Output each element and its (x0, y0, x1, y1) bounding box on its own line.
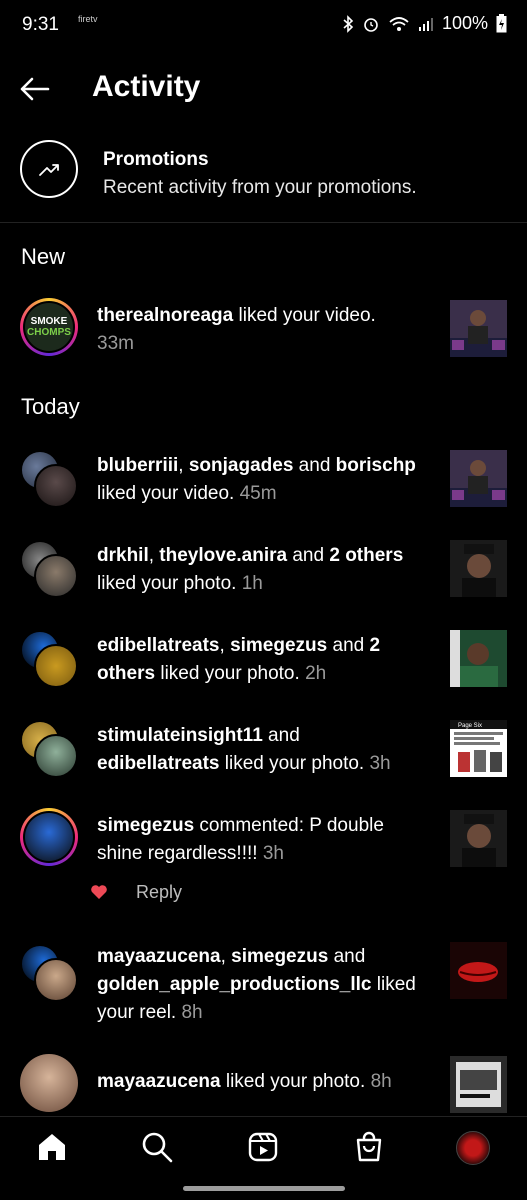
activity-text: bluberriii, sonjagades and borischp like… (97, 455, 416, 504)
battery-percent: 100% (441, 13, 488, 33)
status-bar: 9:31 firetv 100% (0, 0, 527, 50)
username[interactable]: edibellatreats (97, 753, 220, 774)
photo-thumbnail[interactable] (450, 810, 507, 867)
username[interactable]: simegezus (231, 946, 328, 967)
username[interactable]: stimulateinsight11 (97, 725, 263, 746)
reels-icon[interactable] (247, 1131, 279, 1163)
activity-item[interactable]: SMOKE CHOMPS therealnoreaga liked your v… (0, 298, 527, 358)
avatar-stack[interactable] (20, 630, 78, 688)
avatar[interactable] (20, 1054, 78, 1112)
battery-icon (496, 14, 507, 33)
activity-text: drkhil, theylove.anira and 2 others like… (97, 545, 404, 594)
username[interactable]: bluberriii (97, 455, 178, 476)
avatar (25, 813, 73, 861)
timestamp: 3h (262, 843, 284, 864)
username[interactable]: sonjagades (189, 455, 294, 476)
avatar-stack[interactable] (20, 720, 78, 778)
username[interactable]: simegezus (97, 815, 194, 836)
activity-item[interactable]: mayaazucena, simegezus and golden_apple_… (0, 942, 527, 1032)
avatar-story-ring[interactable]: SMOKE CHOMPS (20, 298, 78, 356)
timestamp: 8h (181, 1002, 203, 1023)
photo-thumbnail[interactable] (450, 1056, 507, 1113)
back-arrow-icon[interactable] (18, 72, 52, 106)
activity-text: edibellatreats, simegezus and 2 others l… (97, 635, 381, 684)
others-link[interactable]: 2 others (329, 545, 403, 566)
gesture-home-bar[interactable] (183, 1186, 345, 1191)
username[interactable]: golden_apple_productions_llc (97, 974, 372, 995)
activity-item[interactable]: stimulateinsight11 and edibellatreats li… (0, 718, 527, 780)
alarm-icon (364, 17, 378, 32)
shop-icon[interactable] (353, 1131, 385, 1163)
promotions-subtitle: Recent activity from your promotions. (103, 177, 417, 198)
activity-item[interactable]: bluberriii, sonjagades and borischp like… (0, 448, 527, 510)
activity-text: mayaazucena, simegezus and golden_apple_… (97, 946, 416, 1023)
avatar (34, 644, 78, 688)
profile-avatar[interactable] (456, 1131, 490, 1165)
heart-icon[interactable] (90, 884, 108, 900)
page-header: Activity (0, 60, 527, 116)
firetv-notification-icon: firetv (78, 14, 98, 24)
username[interactable]: edibellatreats (97, 635, 220, 656)
activity-text: mayaazucena liked your photo. 8h (97, 1071, 392, 1092)
chomps-logo-text: CHOMPS (27, 327, 71, 338)
avatar (34, 464, 78, 508)
avatar-stack[interactable] (20, 450, 78, 508)
avatar-stack[interactable] (20, 944, 78, 1002)
activity-item[interactable]: mayaazucena liked your photo. 8h (0, 1054, 527, 1114)
avatar: SMOKE CHOMPS (25, 303, 73, 351)
activity-text: therealnoreaga liked your video. 33m (97, 305, 376, 354)
photo-thumbnail[interactable] (450, 540, 507, 597)
bluetooth-icon (343, 14, 354, 33)
avatar (34, 734, 78, 778)
section-today: Today (21, 394, 80, 419)
page-title: Activity (92, 70, 201, 103)
username[interactable]: borischp (336, 455, 416, 476)
video-thumbnail[interactable] (450, 450, 507, 507)
photo-thumbnail[interactable]: Page Six (450, 720, 507, 777)
status-time: 9:31 (22, 14, 59, 35)
avatar-stack[interactable] (20, 540, 78, 598)
activity-text: stimulateinsight11 and edibellatreats li… (97, 725, 391, 774)
home-icon[interactable] (36, 1131, 68, 1163)
timestamp: 3h (369, 753, 391, 774)
username[interactable]: simegezus (230, 635, 327, 656)
promotions-title: Promotions (103, 149, 209, 170)
smoke-logo-text: SMOKE (30, 316, 68, 327)
bottom-navigation (0, 1116, 527, 1177)
timestamp: 33m (97, 333, 134, 354)
activity-item[interactable]: edibellatreats, simegezus and 2 others l… (0, 628, 527, 690)
avatar (34, 958, 78, 1002)
activity-item[interactable]: drkhil, theylove.anira and 2 others like… (0, 538, 527, 600)
username[interactable]: drkhil (97, 545, 149, 566)
activity-text: simegezus commented: P double shine rega… (97, 815, 384, 864)
username[interactable]: mayaazucena (97, 946, 221, 967)
reel-thumbnail[interactable] (450, 942, 507, 999)
timestamp: 1h (241, 573, 263, 594)
section-new: New (21, 244, 66, 269)
search-icon[interactable] (141, 1131, 173, 1163)
username[interactable]: therealnoreaga (97, 305, 233, 326)
timestamp: 8h (370, 1071, 392, 1092)
avatar-story-ring[interactable] (20, 808, 78, 866)
wifi-icon (389, 16, 409, 31)
video-thumbnail[interactable] (450, 300, 507, 357)
signal-icon (418, 17, 433, 31)
username[interactable]: theylove.anira (159, 545, 287, 566)
status-icons: 100% (342, 13, 507, 34)
photo-thumbnail[interactable] (450, 630, 507, 687)
page-six-label: Page Six (458, 723, 482, 729)
timestamp: 2h (305, 663, 327, 684)
username[interactable]: mayaazucena (97, 1071, 221, 1092)
avatar (34, 554, 78, 598)
trend-icon (20, 140, 78, 198)
timestamp: 45m (239, 483, 277, 504)
reply-button[interactable]: Reply (136, 882, 182, 903)
activity-item[interactable]: simegezus commented: P double shine rega… (0, 808, 527, 870)
comment-actions: Reply (0, 878, 527, 908)
promotions-row[interactable]: Promotions Recent activity from your pro… (0, 136, 527, 223)
